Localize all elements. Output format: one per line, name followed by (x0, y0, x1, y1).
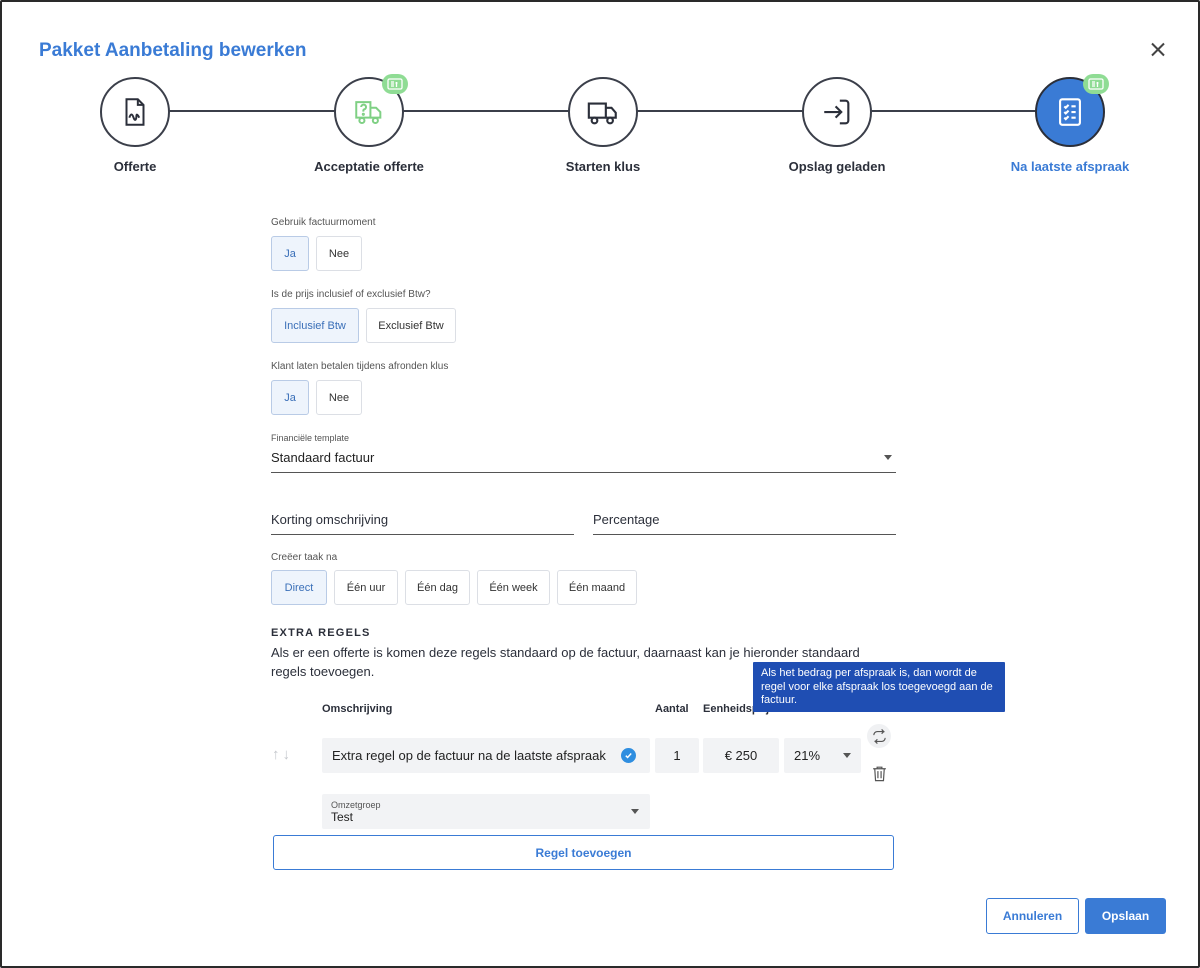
trash-icon[interactable] (867, 761, 891, 785)
exclusief-btw-button[interactable]: Exclusief Btw (366, 308, 456, 343)
omzetgroep-select[interactable]: Omzetgroep Test (322, 794, 650, 829)
row-omschrijving-value: Extra regel op de factuur na de laatste … (332, 748, 606, 763)
step-connector (403, 110, 569, 112)
step-label-acceptatie-offerte: Acceptatie offerte (314, 159, 424, 174)
taak-een-uur-button[interactable]: Één uur (334, 570, 398, 605)
step-offerte[interactable] (100, 77, 170, 147)
korting-placeholder: Korting omschrijving (271, 512, 389, 527)
step-label-na-laatste-afspraak: Na laatste afspraak (1010, 159, 1130, 174)
percentage-placeholder: Percentage (593, 512, 660, 527)
betalen-nee-button[interactable]: Nee (316, 380, 362, 415)
percentage-input[interactable]: Percentage (593, 505, 896, 535)
row-aantal-value: 1 (673, 748, 681, 763)
row-btw-value: 21% (794, 748, 821, 763)
omzetgroep-label: Omzetgroep (331, 800, 381, 810)
row-aantal-input[interactable]: 1 (655, 738, 699, 773)
step-label-starten-klus: Starten klus (565, 159, 641, 174)
invoice-badge-icon (1083, 74, 1109, 94)
document-icon (125, 98, 145, 126)
check-circle-icon (621, 748, 636, 763)
row-prijs-input[interactable]: € 250 (703, 738, 779, 773)
factuurmoment-label: Gebruik factuurmoment (271, 217, 376, 228)
tooltip: Als het bedrag per afspraak is, dan word… (753, 662, 1005, 712)
step-connector (637, 110, 803, 112)
step-acceptatie-offerte[interactable] (334, 74, 408, 147)
checklist-icon (1059, 98, 1081, 126)
invoice-badge-icon (382, 74, 408, 94)
taak-label: Creëer taak na (271, 552, 338, 563)
caret-down-icon (843, 753, 851, 758)
taak-direct-button[interactable]: Direct (271, 570, 327, 605)
cancel-button[interactable]: Annuleren (986, 898, 1079, 934)
truck-icon (587, 102, 617, 125)
btw-label: Is de prijs inclusief of exclusief Btw? (271, 289, 431, 300)
taak-een-dag-button[interactable]: Één dag (405, 570, 470, 605)
template-label: Financiële template (271, 433, 350, 443)
taak-een-week-button[interactable]: Één week (477, 570, 550, 605)
betalen-ja-button[interactable]: Ja (271, 380, 309, 415)
taak-een-maand-button[interactable]: Één maand (557, 570, 637, 605)
row-prijs-value: € 250 (724, 748, 758, 763)
step-na-laatste-afspraak[interactable] (1035, 74, 1109, 147)
step-opslag-geladen[interactable] (802, 77, 872, 147)
login-arrow-icon (824, 99, 850, 125)
step-connector (169, 110, 335, 112)
col-omschrijving: Omschrijving (322, 703, 393, 715)
template-value: Standaard factuur (271, 450, 375, 465)
korting-input[interactable]: Korting omschrijving (271, 505, 574, 535)
caret-down-icon (631, 809, 639, 814)
row-btw-select[interactable]: 21% (784, 738, 861, 773)
truck-question-icon (355, 101, 382, 125)
inclusief-btw-button[interactable]: Inclusief Btw (271, 308, 359, 343)
step-label-offerte: Offerte (113, 159, 157, 174)
template-select[interactable]: Standaard factuur (271, 443, 896, 473)
factuurmoment-nee-button[interactable]: Nee (316, 236, 362, 271)
step-connector (871, 110, 1037, 112)
omzetgroep-value: Test (331, 810, 354, 824)
repeat-icon[interactable] (867, 724, 891, 748)
stepper: Offerte Acceptatie offerte Starten klus (2, 2, 1200, 192)
save-button[interactable]: Opslaan (1085, 898, 1166, 934)
betalen-label: Klant laten betalen tijdens afronden klu… (271, 361, 449, 372)
caret-down-icon (884, 455, 892, 460)
col-aantal: Aantal (655, 703, 689, 715)
step-starten-klus[interactable] (568, 77, 638, 147)
extra-regels-title: EXTRA REGELS (271, 627, 371, 639)
reorder-arrows-icon[interactable]: ↑↓ (272, 746, 293, 763)
factuurmoment-ja-button[interactable]: Ja (271, 236, 309, 271)
regel-toevoegen-button[interactable]: Regel toevoegen (273, 835, 894, 870)
step-label-opslag-geladen: Opslag geladen (788, 159, 886, 174)
row-omschrijving-input[interactable]: Extra regel op de factuur na de laatste … (322, 738, 650, 773)
dialog: Pakket Aanbetaling bewerken Offerte Acce… (0, 0, 1200, 968)
